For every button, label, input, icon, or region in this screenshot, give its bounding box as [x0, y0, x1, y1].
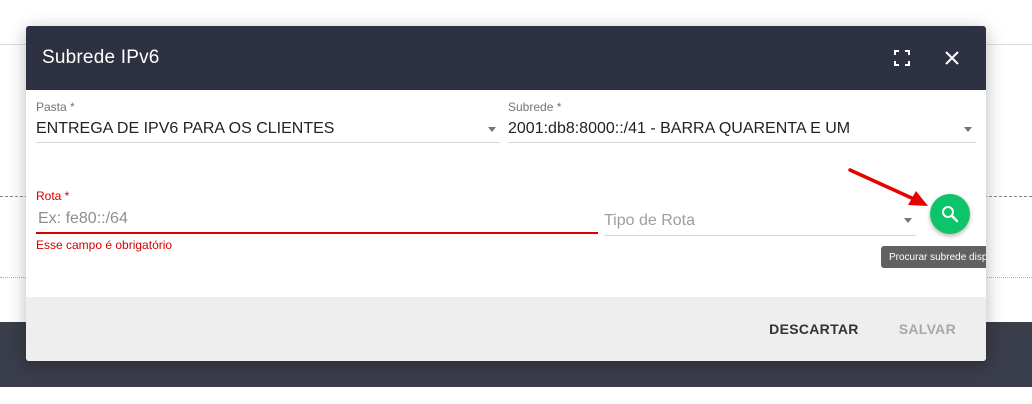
fullscreen-button[interactable]: [884, 40, 920, 76]
save-button[interactable]: SALVAR: [885, 311, 970, 347]
subrede-value: 2001:db8:8000::/41 - BARRA QUARENTA E UM: [508, 120, 851, 137]
discard-button[interactable]: DESCARTAR: [755, 311, 873, 347]
dialog-header: Subrede IPv6: [26, 26, 986, 90]
pasta-label: Pasta *: [36, 100, 75, 114]
subrede-select[interactable]: 2001:db8:8000::/41 - BARRA QUARENTA E UM: [508, 116, 976, 143]
tipo-rota-select[interactable]: Tipo de Rota: [604, 206, 916, 236]
tipo-rota-field: Tipo de Rota: [604, 206, 916, 236]
subrede-label: Subrede *: [508, 100, 562, 114]
close-button[interactable]: [934, 40, 970, 76]
rota-field: Rota * Esse campo é obrigatório: [36, 189, 598, 252]
search-subnet-button[interactable]: [930, 194, 970, 234]
subnet-dialog: Subrede IPv6 Pasta * ENTREGA DE IPV6 PAR…: [26, 26, 986, 361]
close-icon: [945, 51, 959, 65]
chevron-down-icon: [964, 126, 972, 132]
rota-input[interactable]: [36, 205, 598, 234]
search-tooltip: Procurar subrede disponível: [881, 246, 986, 268]
rota-label: Rota *: [36, 189, 70, 203]
pasta-select[interactable]: ENTREGA DE IPV6 PARA OS CLIENTES: [36, 116, 500, 143]
tipo-rota-placeholder: Tipo de Rota: [604, 211, 696, 229]
dialog-title: Subrede IPv6: [42, 47, 160, 68]
dialog-footer: DESCARTAR SALVAR: [26, 297, 986, 361]
pasta-field: Pasta * ENTREGA DE IPV6 PARA OS CLIENTES: [36, 100, 500, 143]
dialog-body: Pasta * ENTREGA DE IPV6 PARA OS CLIENTES…: [26, 90, 986, 297]
chevron-down-icon: [904, 218, 912, 223]
fullscreen-icon: [894, 50, 910, 66]
rota-error-message: Esse campo é obrigatório: [36, 238, 173, 252]
subrede-field: Subrede * 2001:db8:8000::/41 - BARRA QUA…: [508, 100, 976, 143]
search-icon: [942, 206, 959, 223]
chevron-down-icon: [488, 126, 496, 132]
pasta-value: ENTREGA DE IPV6 PARA OS CLIENTES: [36, 120, 335, 137]
